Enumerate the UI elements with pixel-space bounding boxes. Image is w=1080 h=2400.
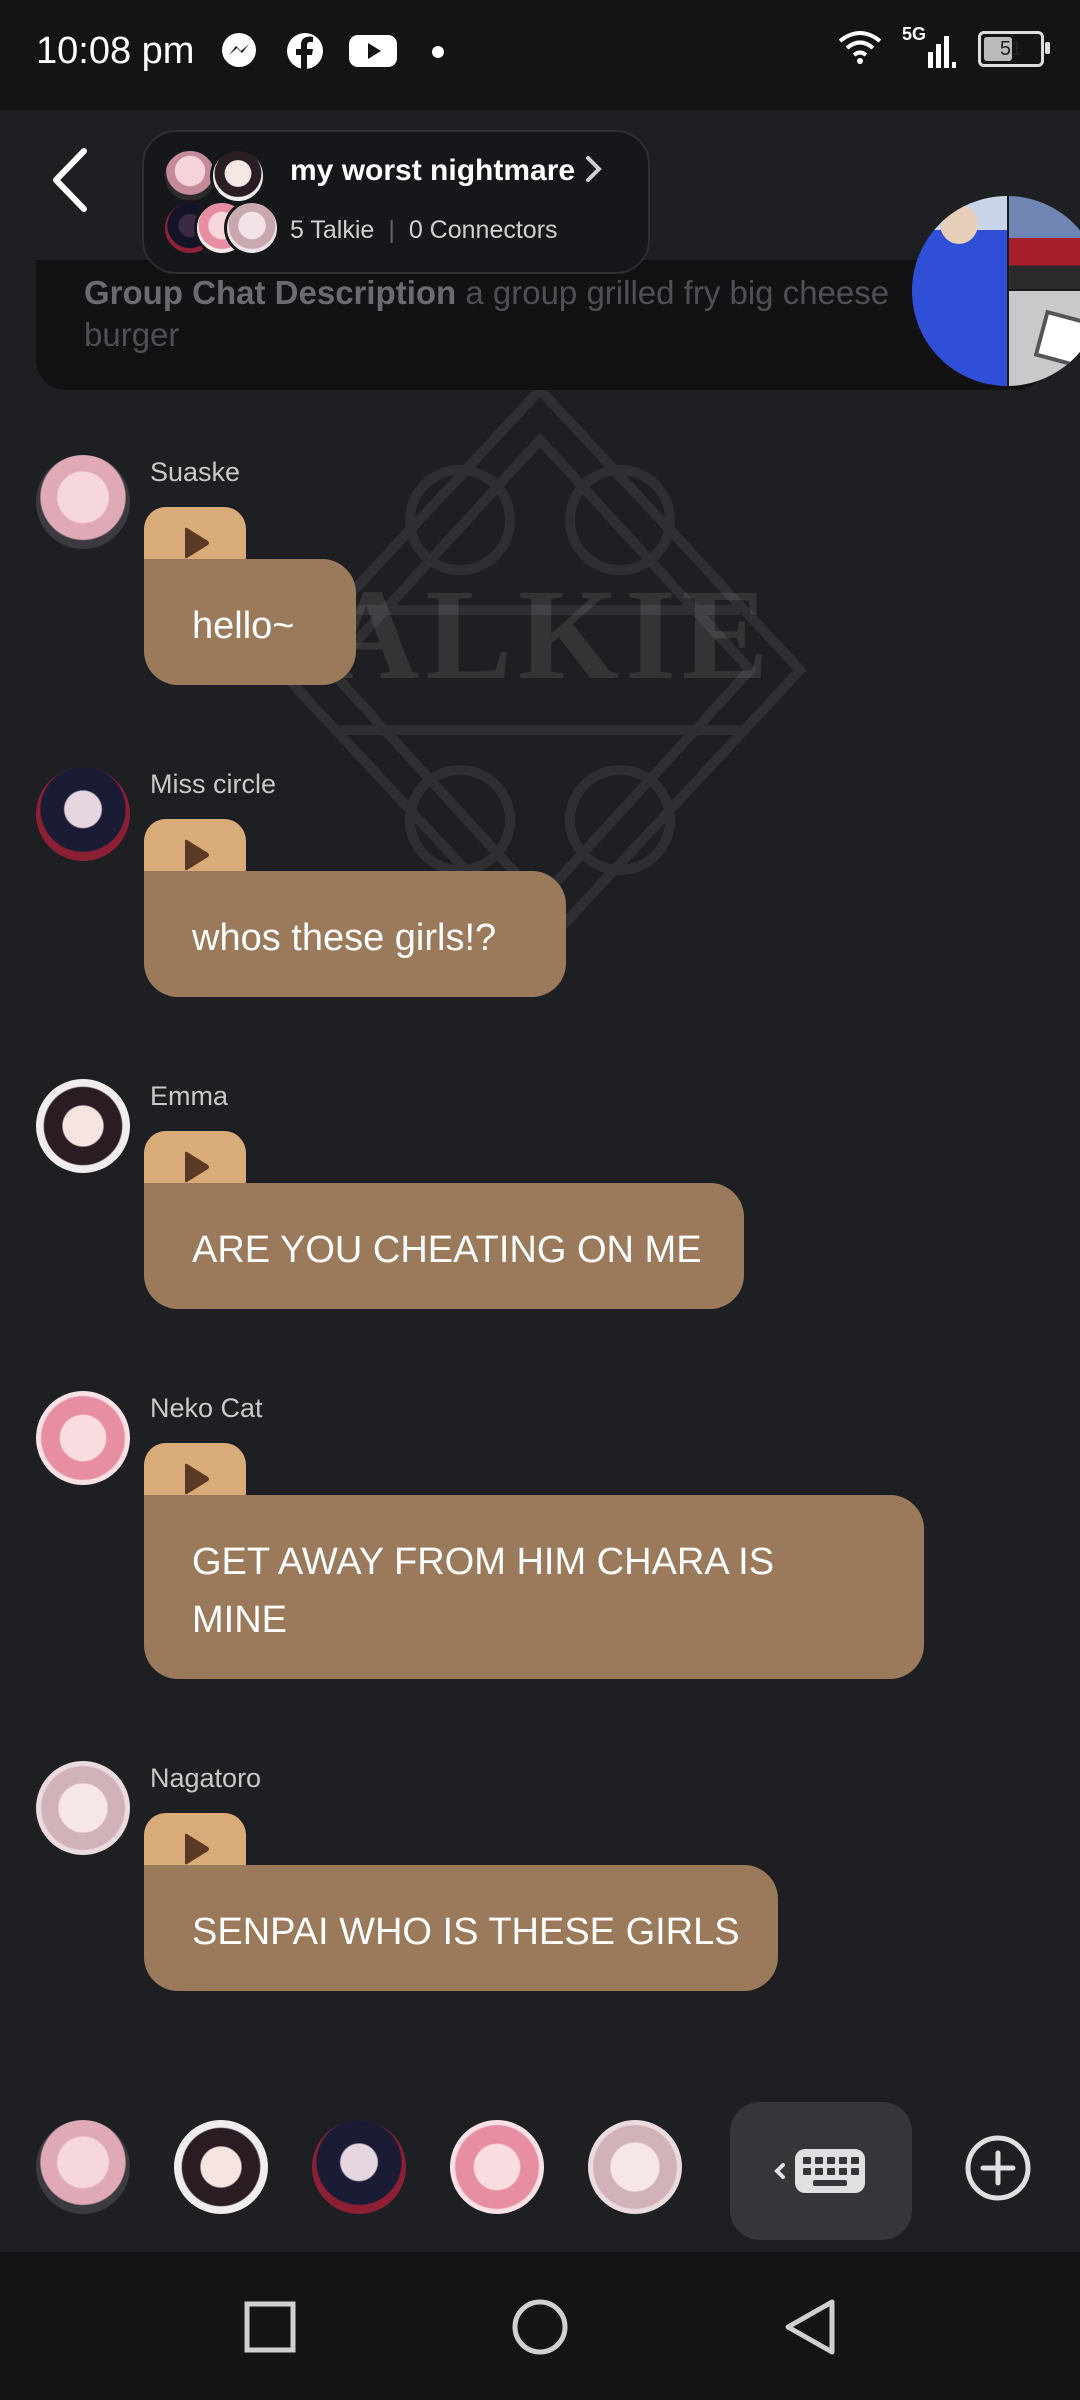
recent-apps-button[interactable] (235, 2292, 305, 2362)
status-time: 10:08 pm (36, 30, 195, 72)
chevron-right-icon (584, 152, 604, 191)
signal-icon: 5G (902, 24, 960, 70)
sender-name: Suaske (150, 457, 241, 487)
system-navigation-bar (0, 2252, 1080, 2400)
battery-icon: 51 (978, 31, 1050, 67)
character-selector-bar (0, 2090, 1080, 2250)
play-icon (185, 1463, 209, 1495)
chevron-left-icon (53, 148, 87, 212)
square-icon (244, 2301, 296, 2353)
circle-icon (512, 2299, 568, 2355)
media-photo-logo (1009, 291, 1080, 386)
group-member-avatar (210, 148, 266, 204)
media-photo-truck (1009, 196, 1080, 289)
group-info-card[interactable]: my worst nightmare 5 Talkie | 0 Connecto… (142, 130, 650, 274)
talkie-count: 5 Talkie (290, 216, 375, 244)
talkie-watermark-text: ALKIE (325, 563, 775, 707)
sender-avatar[interactable] (36, 455, 130, 549)
group-description: Group Chat Description a group grilled f… (84, 272, 964, 356)
play-icon (185, 1833, 209, 1865)
media-photo-person (912, 196, 1007, 386)
meta-separator: | (388, 216, 395, 244)
youtube-icon (348, 30, 398, 72)
character-avatar-miss-circle[interactable] (312, 2120, 406, 2214)
group-member-avatar (224, 200, 280, 256)
group-name: my worst nightmare (290, 154, 576, 187)
plus-circle-icon (965, 2135, 1031, 2201)
back-button[interactable] (40, 130, 100, 230)
triangle-back-icon (785, 2299, 835, 2355)
back-nav-button[interactable] (775, 2292, 845, 2362)
facebook-icon (284, 30, 326, 72)
character-avatar-nagatoro[interactable] (588, 2120, 682, 2214)
character-avatar-neko-cat[interactable] (450, 2120, 544, 2214)
add-button[interactable] (960, 2130, 1036, 2206)
play-icon (185, 527, 209, 559)
battery-level: 51 (999, 37, 1023, 60)
message-bubble: whos these girls!? (144, 871, 566, 997)
sender-avatar[interactable] (36, 767, 130, 861)
sender-name: Nagatoro (150, 1763, 262, 1793)
play-icon (185, 839, 209, 871)
home-button[interactable] (505, 2292, 575, 2362)
sender-name: Neko Cat (150, 1393, 263, 1423)
shared-media-thumbnail[interactable] (912, 196, 1080, 386)
message-bubble: ARE YOU CHEATING ON ME (144, 1183, 744, 1309)
connectors-count: 0 Connectors (408, 216, 558, 244)
keyboard-toggle-button[interactable] (730, 2102, 912, 2240)
play-icon (185, 1151, 209, 1183)
message-bubble: GET AWAY FROM HIM CHARA IS MINE (144, 1495, 924, 1679)
message-bubble: SENPAI WHO IS THESE GIRLS (144, 1865, 778, 1991)
status-bar: 10:08 pm 5G 51 (0, 0, 1080, 110)
keyboard-icon (774, 2149, 865, 2193)
character-avatar-suaske[interactable] (36, 2120, 130, 2214)
notification-dot-icon (432, 46, 444, 58)
character-avatar-emma[interactable] (174, 2120, 268, 2214)
wifi-icon (836, 29, 884, 70)
group-description-panel: Group Chat Description a group grilled f… (36, 260, 1046, 390)
sender-name: Emma (150, 1081, 229, 1111)
sender-avatar[interactable] (36, 1079, 130, 1173)
message-bubble: hello~ (144, 559, 356, 685)
messenger-icon (218, 30, 260, 72)
group-meta: 5 Talkie | 0 Connectors (290, 216, 558, 245)
description-label: Group Chat Description (84, 274, 457, 311)
sender-avatar[interactable] (36, 1761, 130, 1855)
sender-avatar[interactable] (36, 1391, 130, 1485)
sender-name: Miss circle (150, 769, 276, 799)
